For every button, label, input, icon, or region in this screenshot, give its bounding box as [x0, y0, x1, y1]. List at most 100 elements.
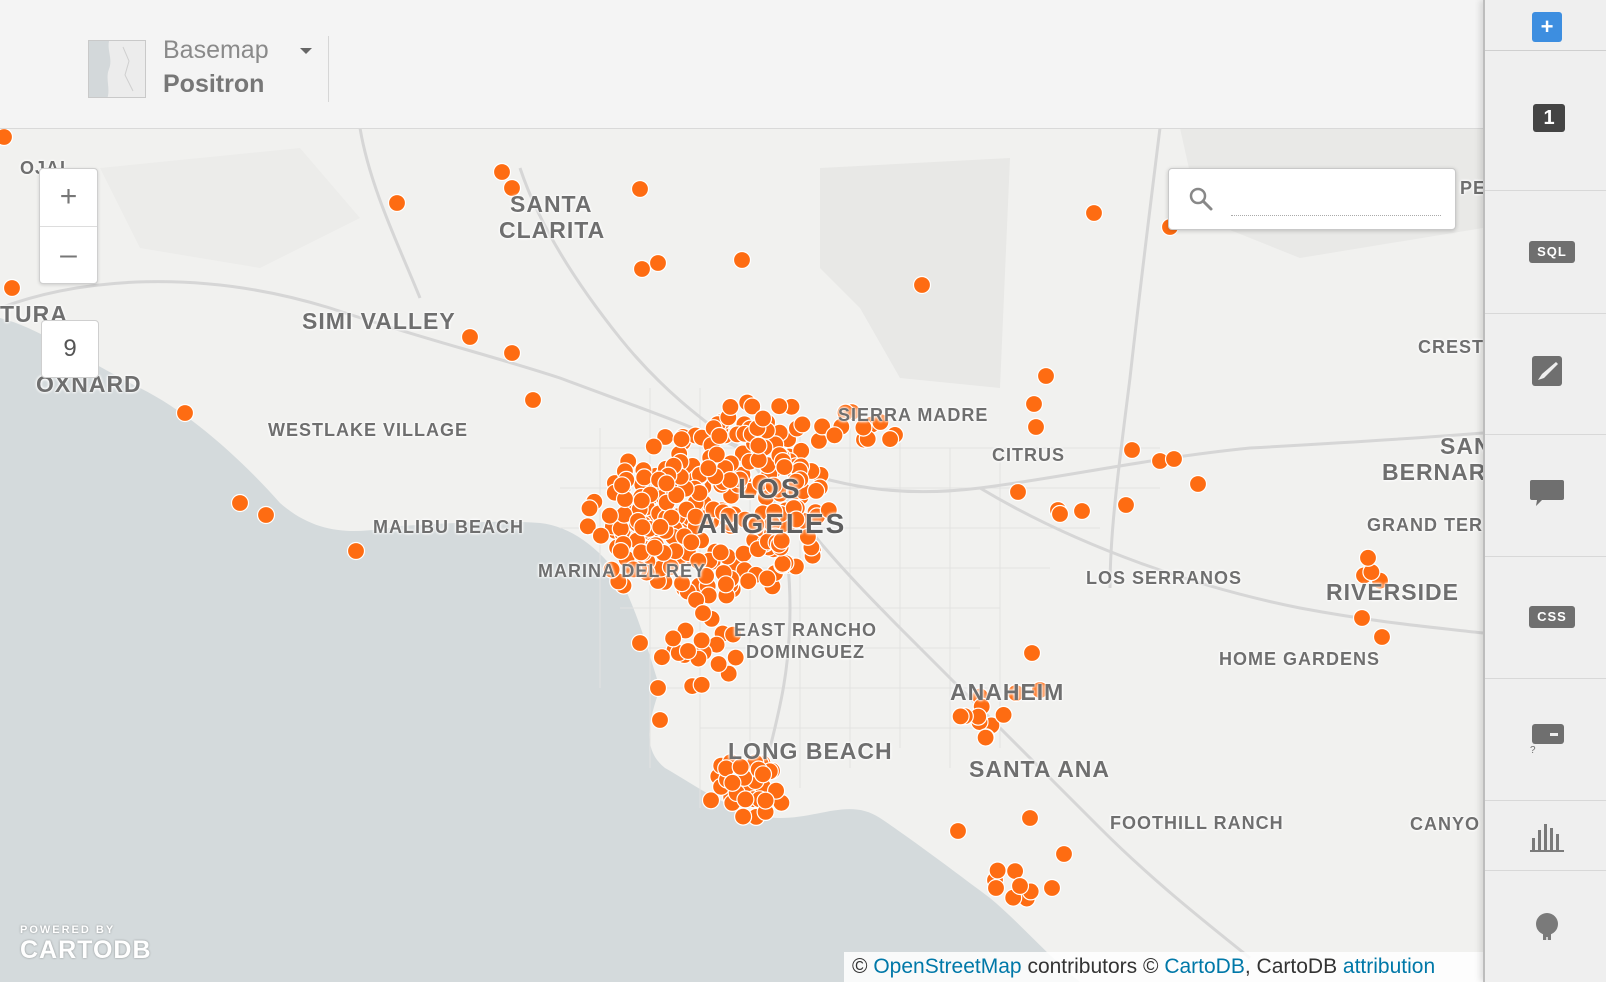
map-marker[interactable]: [580, 499, 599, 518]
map-marker[interactable]: [632, 491, 651, 510]
map-marker[interactable]: [1042, 878, 1062, 898]
map-marker[interactable]: [756, 791, 775, 810]
map-marker[interactable]: [721, 471, 740, 490]
map-marker[interactable]: [611, 542, 630, 561]
sidebar-item-widgets[interactable]: [1485, 800, 1606, 871]
map-marker[interactable]: [635, 468, 654, 487]
map-marker[interactable]: [657, 474, 676, 493]
map-marker[interactable]: [912, 275, 932, 295]
map-marker[interactable]: [648, 678, 668, 698]
map-marker[interactable]: [1020, 808, 1040, 828]
map-marker[interactable]: [758, 569, 777, 588]
layer-number-badge[interactable]: 1: [1533, 104, 1565, 132]
search-icon[interactable]: [1187, 185, 1215, 213]
map-marker[interactable]: [1054, 844, 1074, 864]
map-marker[interactable]: [460, 327, 480, 347]
map-marker[interactable]: [612, 476, 632, 495]
map-marker[interactable]: [825, 426, 844, 445]
map-marker[interactable]: [994, 705, 1013, 725]
map-marker[interactable]: [633, 518, 652, 537]
sidebar-item-sql[interactable]: SQL: [1485, 190, 1606, 314]
zoom-in-button[interactable]: +: [40, 169, 97, 227]
map-marker[interactable]: [387, 193, 407, 213]
map-marker[interactable]: [986, 878, 1006, 898]
map-marker[interactable]: [736, 790, 755, 809]
map-marker[interactable]: [346, 541, 366, 561]
map-marker[interactable]: [600, 506, 619, 525]
map-marker[interactable]: [1164, 449, 1184, 469]
map-marker[interactable]: [650, 710, 670, 730]
map-marker[interactable]: [663, 629, 683, 648]
map-marker[interactable]: [1050, 504, 1070, 524]
map-marker[interactable]: [976, 728, 995, 747]
map-marker[interactable]: [726, 648, 745, 667]
map-marker[interactable]: [1008, 482, 1028, 502]
map-marker[interactable]: [1084, 203, 1104, 223]
map-marker[interactable]: [880, 430, 900, 449]
map-marker[interactable]: [175, 403, 195, 423]
basemap-selector[interactable]: Basemap Positron: [88, 36, 329, 102]
map-marker[interactable]: [523, 390, 543, 410]
map-marker[interactable]: [699, 459, 718, 478]
map-marker[interactable]: [709, 654, 728, 674]
map-marker[interactable]: [672, 430, 691, 449]
map-marker[interactable]: [1122, 440, 1142, 460]
sidebar-item-wizard[interactable]: [1485, 312, 1606, 435]
map-canvas[interactable]: SANTA CLARITA SIMI VALLEY OXNARD TURA OJ…: [0, 128, 1483, 982]
map-marker[interactable]: [1022, 643, 1042, 663]
map-marker[interactable]: [753, 409, 773, 428]
sidebar-item-infowindow[interactable]: [1485, 434, 1606, 557]
map-marker[interactable]: [502, 343, 522, 363]
map-marker[interactable]: [591, 526, 611, 545]
map-marker[interactable]: [721, 397, 740, 416]
map-marker[interactable]: [652, 648, 672, 667]
map-marker[interactable]: [678, 641, 698, 661]
zoom-out-button[interactable]: –: [40, 227, 97, 284]
map-marker[interactable]: [733, 807, 753, 826]
map-marker[interactable]: [1358, 548, 1378, 567]
attribution-link[interactable]: attribution: [1343, 955, 1435, 978]
map-marker[interactable]: [749, 436, 768, 455]
map-marker[interactable]: [710, 426, 729, 446]
attribution-cartodb-link[interactable]: CartoDB: [1164, 955, 1245, 978]
map-marker[interactable]: [988, 861, 1007, 880]
map-marker[interactable]: [711, 543, 730, 562]
map-marker[interactable]: [1352, 608, 1372, 628]
map-marker[interactable]: [630, 633, 650, 653]
add-layer-button[interactable]: +: [1532, 12, 1562, 42]
search-input[interactable]: [1231, 183, 1441, 216]
map-marker[interactable]: [1024, 394, 1044, 414]
sidebar-item-add-element[interactable]: [1485, 900, 1606, 960]
map-marker[interactable]: [230, 493, 250, 513]
map-marker[interactable]: [693, 604, 713, 623]
map-marker[interactable]: [770, 397, 789, 416]
map-marker[interactable]: [732, 250, 752, 270]
map-marker[interactable]: [948, 821, 968, 841]
map-marker[interactable]: [806, 481, 826, 500]
map-marker[interactable]: [2, 278, 22, 298]
map-marker[interactable]: [1188, 474, 1208, 494]
map-marker[interactable]: [1372, 627, 1392, 647]
map-marker[interactable]: [951, 707, 970, 726]
map-marker[interactable]: [793, 415, 812, 434]
map-marker[interactable]: [644, 437, 663, 456]
sidebar-item-legend[interactable]: ?: [1485, 678, 1606, 801]
map-marker[interactable]: [1026, 417, 1046, 437]
map-marker[interactable]: [716, 575, 736, 594]
map-marker[interactable]: [492, 162, 512, 182]
attribution-osm-link[interactable]: OpenStreetMap: [873, 955, 1021, 978]
map-marker[interactable]: [773, 554, 792, 573]
sidebar-item-css[interactable]: CSS: [1485, 556, 1606, 679]
map-marker[interactable]: [645, 538, 664, 557]
map-marker[interactable]: [651, 517, 670, 536]
map-marker[interactable]: [632, 259, 652, 279]
map-marker[interactable]: [739, 572, 758, 591]
chevron-down-icon[interactable]: [300, 48, 312, 54]
map-marker[interactable]: [723, 773, 742, 792]
map-marker[interactable]: [1072, 501, 1092, 521]
map-marker[interactable]: [692, 675, 711, 694]
map-marker[interactable]: [1010, 876, 1030, 896]
map-marker[interactable]: [0, 128, 14, 147]
map-marker[interactable]: [256, 505, 276, 525]
map-marker[interactable]: [630, 179, 650, 199]
